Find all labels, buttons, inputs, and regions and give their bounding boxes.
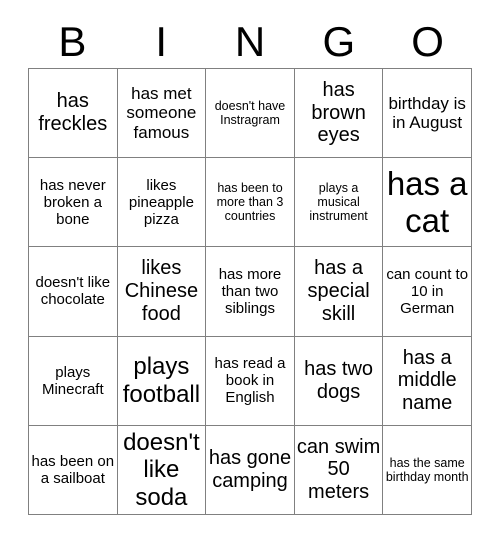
header-letter-o: O [411,18,444,65]
bingo-cell[interactable]: can count to 10 in German [383,247,472,337]
bingo-cell[interactable]: has read a book in English [206,336,295,426]
bingo-cell-label: doesn't have Instragram [214,98,286,128]
bingo-cell-label: has two dogs [304,357,374,403]
bingo-cell-label: has brown eyes [311,78,366,147]
bingo-cell[interactable]: has a middle name [383,336,472,426]
bingo-cell-label: plays Minecraft [41,363,104,398]
bingo-cell-label: can count to 10 in German [386,265,469,318]
bingo-cell[interactable]: has more than two siblings [206,247,295,337]
header-letter-g: G [322,18,356,65]
bingo-cell-label: has the same birthday month [385,455,469,484]
bingo-cell[interactable]: has a special skill [294,247,384,337]
header-letter-b: B [58,18,87,65]
bingo-cell[interactable]: has gone camping [206,425,295,515]
bingo-cell[interactable]: likes Chinese food [117,247,207,337]
bingo-cell-label: has met someone famous [126,84,197,142]
bingo-cell-label: doesn't like soda [123,428,200,511]
bingo-cell-label: doesn't like chocolate [35,274,111,309]
bingo-cell-label: has a cat [386,164,468,240]
bingo-cell-label: likes Chinese food [124,257,199,325]
bingo-cell[interactable]: plays football [117,336,207,426]
bingo-cell-label: can swim 50 meters [296,435,381,504]
bingo-cell[interactable]: has a cat [383,158,472,248]
bingo-card: B I N G O has freckles has met someone f… [0,0,500,544]
bingo-cell[interactable]: likes pineapple pizza [117,158,207,248]
bingo-cell-label: has read a book in English [214,355,286,407]
bingo-cell[interactable]: doesn't have Instragram [206,69,295,159]
bingo-cell-label: has gone camping [208,447,292,492]
bingo-cell-label: plays football [122,353,201,408]
bingo-cell-label: likes pineapple pizza [128,176,194,228]
bingo-cell[interactable]: can swim 50 meters [294,425,384,515]
bingo-cell-label: birthday is in August [388,93,466,133]
bingo-cell[interactable]: has the same birthday month [383,425,472,515]
bingo-cell-label: has been to more than 3 countries [216,180,284,224]
bingo-cell[interactable]: doesn't like soda [117,425,207,515]
bingo-cell[interactable]: birthday is in August [383,69,472,159]
bingo-cell-label: plays a musical instrument [309,180,368,224]
bingo-cell-label: has a special skill [307,257,370,325]
bingo-cell[interactable]: plays a musical instrument [294,158,384,248]
bingo-cell-label: has a middle name [397,346,457,415]
bingo-cell-label: has never broken a bone [39,176,106,228]
header-letter-n: N [234,18,266,65]
header-letter-i: I [155,18,168,65]
bingo-cell[interactable]: has two dogs [294,336,384,426]
bingo-grid: has freckles has met someone famous does… [28,68,472,515]
bingo-cell[interactable]: has never broken a bone [29,158,118,248]
bingo-cell-label: has freckles [38,90,108,136]
bingo-cell[interactable]: plays Minecraft [29,336,118,426]
bingo-cell[interactable]: has met someone famous [117,69,207,159]
bingo-cell[interactable]: has brown eyes [294,69,384,159]
bingo-cell[interactable]: has been on a sailboat [29,425,118,515]
bingo-cell[interactable]: has freckles [29,69,118,159]
bingo-cell-label: has been on a sailboat [31,452,115,487]
bingo-cell-label: has more than two siblings [218,265,282,318]
bingo-cell[interactable]: has been to more than 3 countries [206,158,295,248]
bingo-cell[interactable]: doesn't like chocolate [29,247,118,337]
bingo-header: B I N G O [28,16,472,68]
